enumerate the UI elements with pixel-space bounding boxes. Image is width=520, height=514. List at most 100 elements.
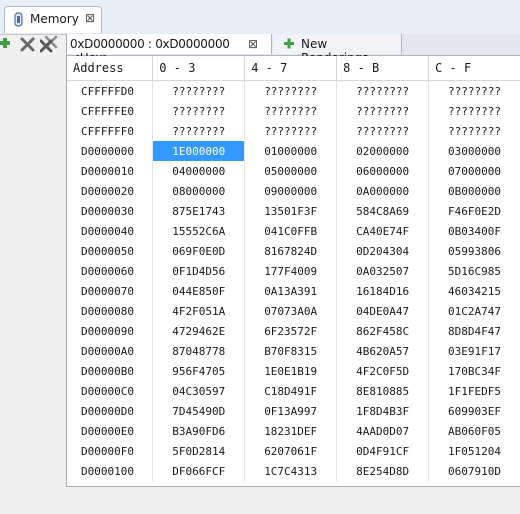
hex-cell[interactable]: 1F8D4B3F: [336, 401, 430, 421]
hex-cell[interactable]: 8E810885: [336, 381, 430, 401]
table-row[interactable]: D0000000 1E000000 01000000 02000000 03000000: [67, 141, 520, 161]
table-row[interactable]: D00000F0 5F0D2814 6207061F 0D4F91CF 1F051204: [67, 441, 520, 461]
hex-cell[interactable]: 170BC34F: [428, 361, 520, 381]
hex-cell[interactable]: ????????: [244, 101, 338, 121]
hex-cell[interactable]: ????????: [244, 80, 338, 101]
hex-cell[interactable]: 6207061F: [244, 441, 338, 461]
hex-cell[interactable]: 46034215: [428, 281, 520, 301]
hex-cell[interactable]: 03000000: [428, 141, 520, 161]
table-row[interactable]: D00000C0 04C30597 C18D491F 8E810885 1F1FEDF5: [67, 381, 520, 401]
table-row[interactable]: D0000070 044E850F 0A13A391 16184D16 46034215: [67, 281, 520, 301]
hex-cell[interactable]: 0A13A391: [244, 281, 338, 301]
hex-cell-selected[interactable]: 1E000000: [152, 141, 246, 161]
hex-cell[interactable]: B70F8315: [244, 341, 338, 361]
hex-cell[interactable]: F46F0E2D: [428, 201, 520, 221]
hex-cell[interactable]: 5F0D2814: [152, 441, 246, 461]
hex-cell[interactable]: 069F0E0D: [152, 241, 246, 261]
table-row[interactable]: D0000010 04000000 05000000 06000000 07000000: [67, 161, 520, 181]
column-header-0-3[interactable]: 0 - 3: [152, 56, 246, 81]
hex-cell[interactable]: 01C2A747: [428, 301, 520, 321]
hex-cell[interactable]: 4729462E: [152, 321, 246, 341]
table-row[interactable]: D00000B0 956F4705 1E0E1B19 4F2C0F5D 170BC34F: [67, 361, 520, 381]
hex-cell[interactable]: 862F458C: [336, 321, 430, 341]
hex-cell[interactable]: 1F1FEDF5: [428, 381, 520, 401]
hex-cell[interactable]: 0D4F91CF: [336, 441, 430, 461]
hex-cell[interactable]: ????????: [428, 80, 520, 101]
hex-cell[interactable]: ????????: [152, 80, 246, 101]
hex-cell[interactable]: 4B620A57: [336, 341, 430, 361]
hex-cell[interactable]: 16184D16: [336, 281, 430, 301]
hex-cell[interactable]: 177F4009: [244, 261, 338, 281]
table-row[interactable]: D0000050 069F0E0D 8167824D 0D204304 05993806: [67, 241, 520, 261]
hex-cell[interactable]: 4F2F051A: [152, 301, 246, 321]
hex-cell[interactable]: 8D8D4F47: [428, 321, 520, 341]
table-row[interactable]: D0000040 15552C6A 041C0FFB CA40E74F 0B03400F: [67, 221, 520, 241]
hex-cell[interactable]: 6F23572F: [244, 321, 338, 341]
hex-cell[interactable]: 041C0FFB: [244, 221, 338, 241]
hex-cell[interactable]: 05000000: [244, 161, 338, 181]
hex-cell[interactable]: 18231DEF: [244, 421, 338, 441]
table-row[interactable]: D0000090 4729462E 6F23572F 862F458C 8D8D4F47: [67, 321, 520, 341]
hex-cell[interactable]: ????????: [152, 101, 246, 121]
hex-cell[interactable]: 03E91F17: [428, 341, 520, 361]
hex-cell[interactable]: 87048778: [152, 341, 246, 361]
hex-cell[interactable]: DF066FCF: [152, 461, 246, 481]
hex-cell[interactable]: 4F2C0F5D: [336, 361, 430, 381]
hex-cell[interactable]: ????????: [152, 121, 246, 141]
hex-cell[interactable]: 875E1743: [152, 201, 246, 221]
hex-cell[interactable]: 1E0E1B19: [244, 361, 338, 381]
hex-cell[interactable]: 044E850F: [152, 281, 246, 301]
hex-cell[interactable]: C18D491F: [244, 381, 338, 401]
hex-cell[interactable]: 04C30597: [152, 381, 246, 401]
close-icon[interactable]: ⊠: [248, 37, 258, 51]
hex-cell[interactable]: 0F13A997: [244, 401, 338, 421]
table-row[interactable]: D00000A0 87048778 B70F8315 4B620A57 03E91F17: [67, 341, 520, 361]
table-row[interactable]: D0000080 4F2F051A 07073A0A 04DE0A47 01C2A747: [67, 301, 520, 321]
hex-cell[interactable]: 0B000000: [428, 181, 520, 201]
hex-cell[interactable]: ????????: [428, 101, 520, 121]
hex-cell[interactable]: 0607910D: [428, 461, 520, 481]
hex-cell[interactable]: 609903EF: [428, 401, 520, 421]
table-row[interactable]: D0000020 08000000 09000000 0A000000 0B000000: [67, 181, 520, 201]
table-row[interactable]: D00000E0 B3A90FD6 18231DEF 4AAD0D07 AB060F05: [67, 421, 520, 441]
add-monitor-icon[interactable]: [0, 35, 20, 53]
memory-view-tab[interactable]: Memory ⊠: [4, 6, 102, 33]
hex-rendering-tab[interactable]: 0xD0000000 : 0xD0000000 <Hex> ⊠: [67, 34, 272, 65]
hex-cell[interactable]: ????????: [336, 121, 430, 141]
hex-cell[interactable]: 07073A0A: [244, 301, 338, 321]
hex-cell[interactable]: 09000000: [244, 181, 338, 201]
table-row[interactable]: D0000100 DF066FCF 1C7C4313 8E254D8D 0607910D: [67, 461, 520, 481]
hex-cell[interactable]: 0A000000: [336, 181, 430, 201]
hex-cell[interactable]: ????????: [336, 101, 430, 121]
table-row[interactable]: D00000D0 7D45490D 0F13A997 1F8D4B3F 609903EF: [67, 401, 520, 421]
hex-cell[interactable]: 08000000: [152, 181, 246, 201]
hex-cell[interactable]: 584C8A69: [336, 201, 430, 221]
hex-cell[interactable]: CA40E74F: [336, 221, 430, 241]
hex-cell[interactable]: 04000000: [152, 161, 246, 181]
table-row[interactable]: D0000060 0F1D4D56 177F4009 0A032507 5D16C985: [67, 261, 520, 281]
hex-cell[interactable]: B3A90FD6: [152, 421, 246, 441]
hex-cell[interactable]: 4AAD0D07: [336, 421, 430, 441]
table-row[interactable]: CFFFFFD0????????????????????????????????: [67, 80, 520, 101]
new-renderings-tab[interactable]: New Renderings...: [273, 34, 402, 65]
hex-cell[interactable]: ????????: [244, 121, 338, 141]
column-header-c-f[interactable]: C - F: [428, 56, 520, 81]
hex-cell[interactable]: 7D45490D: [152, 401, 246, 421]
column-header-address[interactable]: Address: [67, 56, 154, 81]
hex-cell[interactable]: 07000000: [428, 161, 520, 181]
hex-cell[interactable]: 0B03400F: [428, 221, 520, 241]
hex-cell[interactable]: 0A032507: [336, 261, 430, 281]
hex-cell[interactable]: 0F1D4D56: [152, 261, 246, 281]
hex-cell[interactable]: 15552C6A: [152, 221, 246, 241]
hex-cell[interactable]: 02000000: [336, 141, 430, 161]
remove-all-icon[interactable]: [40, 35, 60, 53]
column-header-8-b[interactable]: 8 - B: [336, 56, 430, 81]
hex-cell[interactable]: ????????: [428, 121, 520, 141]
table-row[interactable]: CFFFFFE0????????????????????????????????: [67, 101, 520, 121]
table-row[interactable]: CFFFFFF0????????????????????????????????: [67, 121, 520, 141]
hex-cell[interactable]: ????????: [336, 80, 430, 101]
hex-cell[interactable]: 05993806: [428, 241, 520, 261]
column-header-4-7[interactable]: 4 - 7: [244, 56, 338, 81]
hex-cell[interactable]: 06000000: [336, 161, 430, 181]
hex-cell[interactable]: 1F051204: [428, 441, 520, 461]
